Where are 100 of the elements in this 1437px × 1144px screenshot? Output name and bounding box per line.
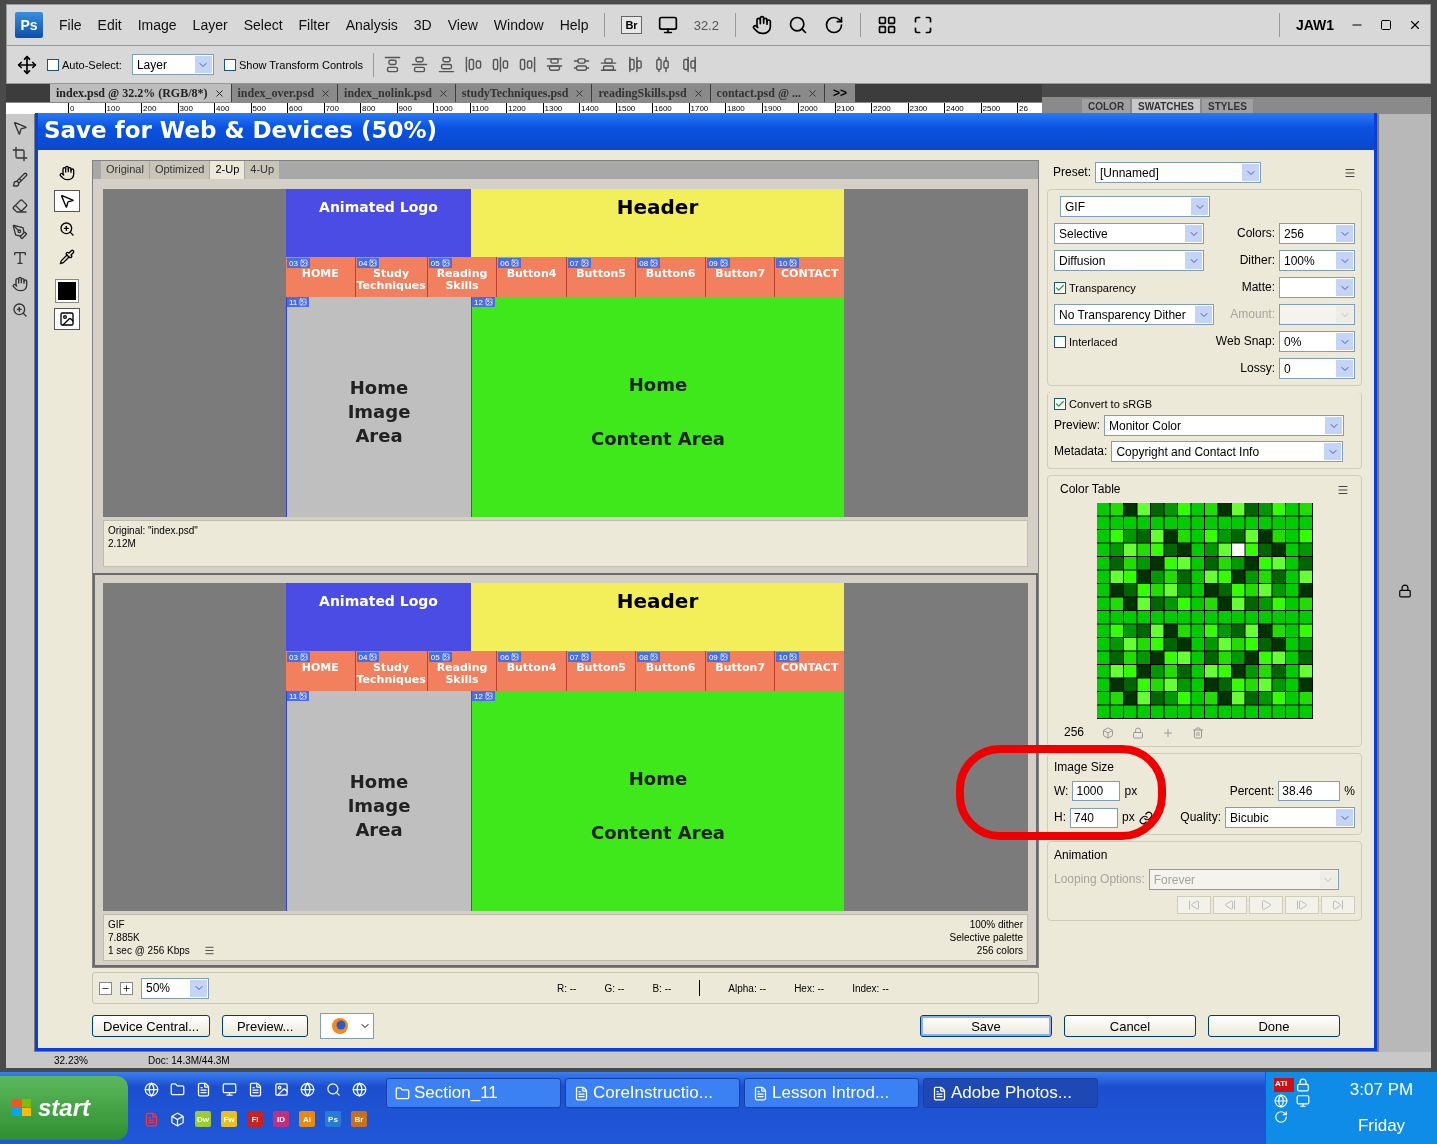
bridge-button[interactable]: Br (621, 16, 642, 34)
view-tab[interactable]: 2-Up (210, 161, 245, 179)
taskbar-button[interactable]: CoreInstructio... (565, 1078, 740, 1108)
slice-visibility-button[interactable] (54, 308, 80, 330)
checkbox[interactable]: Convert to sRGB (1054, 398, 1355, 410)
document-tab[interactable]: contact.psd @ ... (710, 84, 825, 102)
view-tab[interactable]: 4-Up (245, 161, 280, 179)
dropdown[interactable]: 0% (1279, 331, 1355, 352)
color-readout: Index: -- (852, 982, 889, 994)
menu-item[interactable]: File (59, 17, 82, 33)
document-tab[interactable]: index_nolink.psd (338, 84, 455, 102)
dropdown[interactable]: GIF (1060, 196, 1210, 217)
color-readout: Hex: -- (794, 982, 825, 994)
color-swatch[interactable] (56, 280, 78, 302)
checkbox[interactable]: Interlaced (1054, 335, 1118, 348)
taskbar-button[interactable]: Adobe Photos... (923, 1078, 1098, 1108)
align-icon (519, 56, 537, 73)
dropdown[interactable]: Layer (131, 54, 214, 75)
browser-dropdown[interactable] (320, 1013, 375, 1039)
window-icon (574, 1085, 589, 1101)
dialog-button[interactable]: Done (1208, 1015, 1340, 1037)
slice-icon (299, 692, 308, 700)
workspace-switcher[interactable]: JAW1 (1295, 17, 1334, 33)
dropdown[interactable]: No Transparency Dither (1054, 304, 1214, 325)
dropdown[interactable]: 256 (1279, 223, 1355, 244)
zoom-out-button[interactable] (99, 981, 112, 995)
dropdown[interactable]: [Unnamed] (1095, 162, 1261, 183)
slice-number: 03 (289, 652, 298, 662)
nav-label: HOME (300, 268, 340, 280)
app-icon (169, 1081, 185, 1097)
view-tab[interactable]: Original (101, 161, 149, 179)
zoom-in-button[interactable] (120, 981, 133, 995)
dropdown[interactable]: 50% (141, 977, 209, 999)
menu-item[interactable]: Image (137, 17, 177, 33)
menu-item[interactable]: Window (493, 17, 544, 33)
info-text: GIF (108, 919, 125, 930)
section-title: Image Size (1054, 760, 1116, 775)
tray-badge[interactable]: ATI (1274, 1078, 1294, 1092)
dropdown[interactable]: Selective (1054, 223, 1204, 244)
dropdown[interactable] (1279, 277, 1355, 298)
menu-item[interactable]: Help (559, 17, 589, 33)
app-launcher[interactable]: Ps (325, 1111, 341, 1127)
menu-item[interactable]: Analysis (345, 17, 398, 33)
window-icon (395, 1085, 410, 1101)
percent-field[interactable]: 38.46 (1278, 781, 1341, 801)
app-launcher[interactable]: Fl (247, 1111, 263, 1127)
dropdown[interactable]: Bicubic (1225, 807, 1355, 828)
dialog-button[interactable]: Save (920, 1015, 1052, 1037)
document-tab[interactable]: index.psd @ 32.2% (RGB/8*) (50, 84, 231, 102)
document-tab[interactable]: index_over.psd (231, 84, 338, 102)
dropdown[interactable] (1279, 304, 1355, 325)
tool-button[interactable] (54, 190, 80, 212)
dropdown[interactable]: Diffusion (1054, 250, 1204, 271)
checkbox[interactable]: Show Transform Controls (223, 58, 364, 71)
zoom-level[interactable]: 32.2 (693, 17, 719, 33)
preview-pane[interactable] (93, 573, 1038, 967)
nav-label: Button6 (644, 268, 697, 280)
dropdown[interactable]: Monitor Color (1104, 415, 1344, 436)
slice-number: 10 (778, 652, 788, 662)
dropdown[interactable]: 100% (1279, 250, 1355, 271)
taskbar-button[interactable]: Section_11 (386, 1078, 561, 1108)
taskbar-button[interactable]: Lesson Introd... (744, 1078, 919, 1108)
clock-day: Friday (1357, 1116, 1406, 1136)
preview-pane[interactable]: Animated Logo Header 03 HOME 04 Study Techniques 05 Reading Skills 06 Button4 07 Button5 08 Button6 09 Button7 10 CONTACT 11 Home Image Area 12 Home Content Area Original: "index.psd" 2.12M (93, 179, 1038, 573)
nav-label: Button6 (644, 662, 697, 674)
info-text: 1 sec @ 256 Kbps (108, 945, 190, 956)
checkbox[interactable]: Transparency (1054, 281, 1136, 294)
field-label: Amount: (1230, 307, 1275, 322)
height-field[interactable]: 740 (1070, 807, 1118, 828)
document-tab[interactable]: readingSkills.psd (592, 84, 710, 102)
app-launcher[interactable]: Br (351, 1111, 367, 1127)
document-tab[interactable]: studyTechniques.psd (455, 84, 592, 102)
unit-label: px (1122, 810, 1135, 825)
dropdown[interactable]: 0 (1279, 358, 1355, 379)
tabs-overflow[interactable]: >> (825, 84, 856, 102)
content-subtitle: Content Area (590, 821, 726, 845)
align-icon (492, 56, 510, 73)
link-icon (1138, 810, 1153, 825)
menu-item[interactable]: Layer (192, 17, 228, 33)
menu-item[interactable]: Edit (97, 17, 122, 33)
menu-item[interactable]: View (447, 17, 478, 33)
menu-item[interactable]: Select (243, 17, 283, 33)
slices-icon (59, 311, 75, 327)
width-field[interactable]: 1000 (1072, 781, 1121, 801)
dialog-button[interactable]: Cancel (1064, 1015, 1196, 1037)
browser-icon (331, 1017, 350, 1035)
dialog-button[interactable]: Preview... (222, 1015, 309, 1037)
menu-item[interactable]: Filter (298, 17, 330, 33)
menu-item[interactable]: 3D (413, 17, 432, 33)
chevron-icon (1185, 252, 1202, 269)
dropdown[interactable]: Copyright and Contact Info (1111, 441, 1344, 462)
close-icon (692, 87, 704, 99)
content-title: Home (628, 767, 688, 791)
app-launcher[interactable]: ID (273, 1111, 289, 1127)
slice-icon (580, 259, 589, 267)
chevron-icon (1324, 443, 1342, 460)
menu-icon (1337, 483, 1349, 496)
dialog-button[interactable]: Device Central... (92, 1015, 211, 1037)
checkbox[interactable]: Auto-Select: (47, 58, 122, 71)
view-tab[interactable]: Optimized (149, 161, 210, 179)
